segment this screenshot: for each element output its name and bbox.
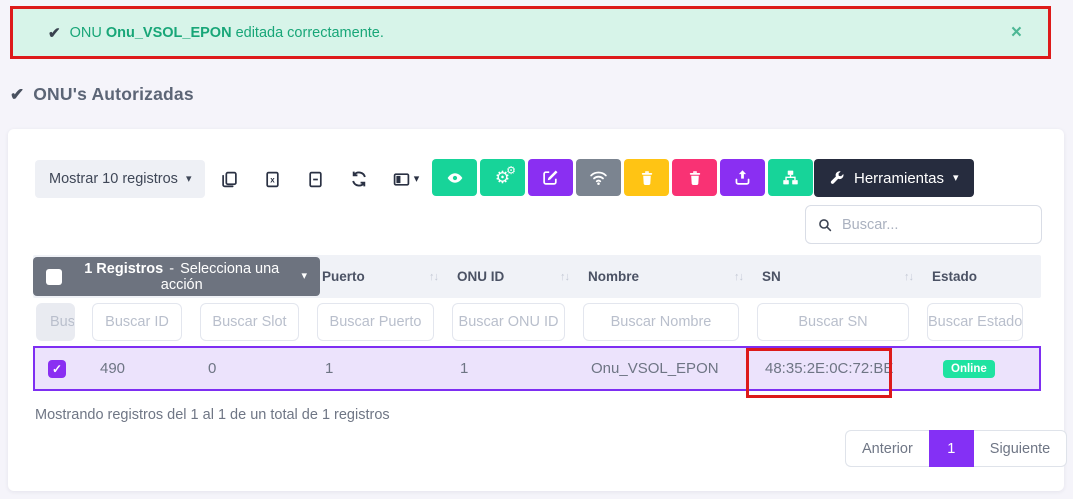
- export-excel-button[interactable]: x: [251, 161, 294, 197]
- upload-button[interactable]: [720, 159, 765, 196]
- bulk-action-text: Selecciona una acción: [161, 261, 280, 293]
- wrench-icon: [829, 170, 845, 186]
- columns-dropdown[interactable]: ▾: [380, 161, 432, 197]
- wifi-button[interactable]: [576, 159, 621, 196]
- filter-sn-input[interactable]: [757, 303, 909, 341]
- cell-id: 490: [94, 360, 202, 377]
- search-icon: [818, 217, 832, 233]
- bulk-separator: -: [169, 261, 174, 277]
- sort-icon: ↑↓: [734, 271, 743, 283]
- show-records-dropdown[interactable]: Mostrar 10 registros ▾: [35, 160, 205, 198]
- alert-onu-name: Onu_VSOL_EPON: [106, 25, 232, 41]
- check-icon: ✔: [10, 85, 24, 105]
- sort-icon: ↑↓: [904, 271, 913, 283]
- success-alert: ✔ ONU Onu_VSOL_EPON editada correctament…: [13, 9, 1048, 56]
- caret-down-icon: ▾: [953, 173, 959, 184]
- header-label: Puerto: [322, 269, 365, 284]
- alert-prefix: ONU: [70, 25, 102, 41]
- file-excel-icon: x: [264, 171, 281, 188]
- header-sn[interactable]: SN ↑↓: [757, 269, 927, 284]
- onu-table: 1 Registros - Selecciona una acción ▾ Pu…: [33, 255, 1041, 391]
- trash-icon: [687, 170, 703, 186]
- header-puerto[interactable]: Puerto ↑↓: [317, 269, 452, 284]
- delete-temp-button[interactable]: [624, 159, 669, 196]
- sitemap-button[interactable]: [768, 159, 813, 196]
- header-nombre[interactable]: Nombre ↑↓: [583, 269, 757, 284]
- search-input[interactable]: [842, 217, 1029, 233]
- page-title-text: ONU's Autorizadas: [33, 84, 194, 105]
- export-toolbar: x ▾: [208, 161, 432, 197]
- page-title: ✔ ONU's Autorizadas: [10, 84, 194, 105]
- edit-icon: [542, 169, 559, 186]
- gear-small-icon: ⚙: [506, 166, 516, 177]
- show-records-label: Mostrar 10 registros: [49, 171, 178, 187]
- edit-button[interactable]: [528, 159, 573, 196]
- selected-count: 1 Registros: [84, 261, 163, 277]
- pagination: Anterior 1 Siguiente: [845, 430, 1067, 467]
- delete-button[interactable]: [672, 159, 717, 196]
- settings-button[interactable]: ⚙ ⚙: [480, 159, 525, 196]
- alert-message: ONU Onu_VSOL_EPON editada correctamente.: [70, 25, 384, 41]
- filter-nombre-input[interactable]: [583, 303, 739, 341]
- tools-label: Herramientas: [854, 170, 944, 187]
- filter-onu-id-input[interactable]: [452, 303, 565, 341]
- records-summary: Mostrando registros del 1 al 1 de un tot…: [35, 407, 390, 423]
- pagination-page-1[interactable]: 1: [929, 430, 974, 467]
- cell-nombre: Onu_VSOL_EPON: [585, 360, 759, 377]
- pagination-next-button[interactable]: Siguiente: [974, 430, 1067, 467]
- filter-slot-input[interactable]: [200, 303, 299, 341]
- header-label: Nombre: [588, 269, 639, 284]
- refresh-icon: [350, 170, 368, 188]
- table-filter-row: [33, 298, 1041, 346]
- view-button[interactable]: [432, 159, 477, 196]
- wifi-icon: [589, 168, 608, 187]
- filter-puerto-input[interactable]: [317, 303, 434, 341]
- caret-down-icon: ▾: [414, 174, 420, 185]
- alert-close-button[interactable]: ×: [1011, 23, 1022, 42]
- alert-suffix: editada correctamente.: [236, 25, 384, 41]
- check-icon: ✔: [48, 24, 61, 42]
- status-badge-online: Online: [943, 360, 995, 378]
- tools-dropdown[interactable]: Herramientas ▾: [814, 159, 974, 197]
- header-onu-id[interactable]: ONU ID ↑↓: [452, 269, 583, 284]
- onu-action-buttons: ⚙ ⚙: [432, 159, 813, 196]
- cell-sn: 48:35:2E:0C:72:BE: [759, 360, 929, 377]
- svg-text:x: x: [270, 175, 275, 184]
- columns-icon: [393, 171, 410, 188]
- upload-icon: [734, 169, 751, 186]
- filter-estado-input[interactable]: [927, 303, 1023, 341]
- header-estado[interactable]: Estado: [927, 269, 1041, 284]
- select-all-checkbox[interactable]: [46, 269, 62, 285]
- table-row-selected[interactable]: ✓ 490 0 1 1 Onu_VSOL_EPON 48:35:2E:0C:72…: [33, 346, 1041, 391]
- export-file-button[interactable]: [294, 161, 337, 197]
- caret-down-icon: ▾: [301, 271, 307, 282]
- screen: ✔ ONU Onu_VSOL_EPON editada correctament…: [0, 0, 1073, 499]
- eye-icon: [446, 169, 464, 187]
- header-label: ONU ID: [457, 269, 504, 284]
- header-label: SN: [762, 269, 781, 284]
- bulk-action-dropdown[interactable]: 1 Registros - Selecciona una acción ▾: [33, 257, 320, 296]
- onu-table-card: Mostrar 10 registros ▾ x ▾: [8, 129, 1064, 491]
- file-text-icon: [307, 171, 324, 188]
- cell-onu-id: 1: [454, 360, 585, 377]
- sort-icon: ↑↓: [560, 271, 569, 283]
- filter-id-input[interactable]: [92, 303, 182, 341]
- cell-puerto: 1: [319, 360, 454, 377]
- header-label: Estado: [932, 269, 977, 284]
- sort-icon: ↑↓: [429, 271, 438, 283]
- row-checkbox-checked[interactable]: ✓: [48, 360, 66, 378]
- trash-icon: [639, 170, 655, 186]
- pagination-prev-button[interactable]: Anterior: [845, 430, 929, 467]
- caret-down-icon: ▾: [186, 174, 192, 185]
- copy-button[interactable]: [208, 161, 251, 197]
- sitemap-icon: [782, 169, 799, 186]
- filter-checkbox-input: [36, 303, 75, 341]
- copy-icon: [221, 171, 238, 188]
- search-box: [805, 205, 1042, 244]
- cell-slot: 0: [202, 360, 319, 377]
- refresh-button[interactable]: [337, 161, 380, 197]
- bulk-action-label: 1 Registros - Selecciona una acción: [72, 261, 291, 293]
